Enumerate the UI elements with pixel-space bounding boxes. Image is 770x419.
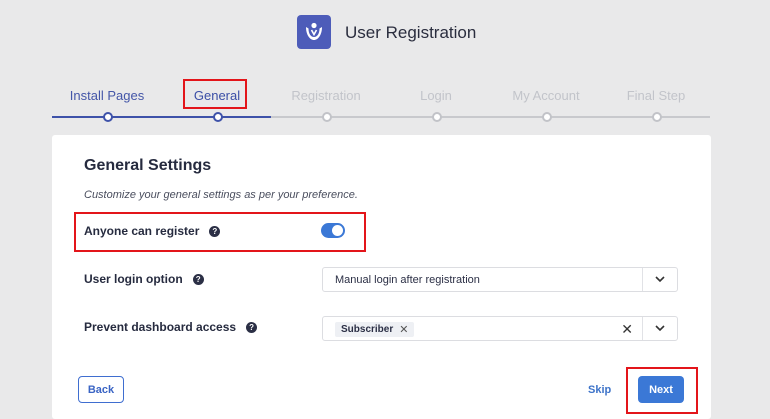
highlight-box-general: [183, 79, 247, 109]
role-tag-subscriber: Subscriber ✕: [335, 322, 415, 337]
step-dot-final-step: [652, 112, 662, 122]
prevent-dashboard-access-dropdown-toggle[interactable]: [642, 317, 677, 340]
step-my-account[interactable]: My Account: [512, 88, 579, 103]
chevron-down-icon: [655, 325, 665, 332]
step-dot-login: [432, 112, 442, 122]
prevent-dashboard-access-select[interactable]: Subscriber ✕ ✕: [322, 316, 678, 341]
step-registration[interactable]: Registration: [291, 88, 360, 103]
chevron-down-icon: [655, 276, 665, 283]
user-login-option-row: User login option ?: [84, 272, 204, 286]
step-login[interactable]: Login: [420, 88, 452, 103]
stepper-progress: [52, 116, 271, 118]
help-icon[interactable]: ?: [209, 225, 221, 237]
setup-stepper: Install Pages General Registration Login…: [0, 0, 770, 130]
role-tag-label: Subscriber: [341, 324, 394, 335]
user-login-option-label: User login option: [84, 272, 183, 286]
user-login-option-select[interactable]: Manual login after registration: [322, 267, 678, 292]
prevent-dashboard-access-label: Prevent dashboard access: [84, 320, 237, 334]
help-icon[interactable]: ?: [192, 273, 204, 285]
toggle-knob: [332, 225, 343, 236]
remove-tag-icon[interactable]: ✕: [399, 323, 408, 336]
step-dot-my-account: [542, 112, 552, 122]
prevent-dashboard-access-row: Prevent dashboard access ?: [84, 320, 258, 334]
step-dot-install-pages: [103, 112, 113, 122]
user-login-option-value: Manual login after registration: [335, 274, 480, 286]
user-login-option-dropdown-toggle[interactable]: [642, 268, 677, 291]
card-title: General Settings: [84, 157, 212, 174]
skip-link[interactable]: Skip: [588, 384, 611, 396]
next-button[interactable]: Next: [638, 376, 684, 403]
step-install-pages[interactable]: Install Pages: [70, 88, 144, 103]
step-final-step[interactable]: Final Step: [627, 88, 686, 103]
general-settings-card: General Settings Customize your general …: [52, 135, 711, 419]
card-subtitle: Customize your general settings as per y…: [84, 189, 358, 201]
help-icon[interactable]: ?: [246, 321, 258, 333]
anyone-can-register-label: Anyone can register: [84, 224, 200, 238]
anyone-can-register-row: Anyone can register ?: [84, 224, 221, 238]
step-dot-general: [213, 112, 223, 122]
anyone-can-register-toggle[interactable]: [321, 223, 345, 238]
step-dot-registration: [322, 112, 332, 122]
back-button[interactable]: Back: [78, 376, 124, 403]
clear-selection-icon[interactable]: ✕: [621, 321, 633, 338]
